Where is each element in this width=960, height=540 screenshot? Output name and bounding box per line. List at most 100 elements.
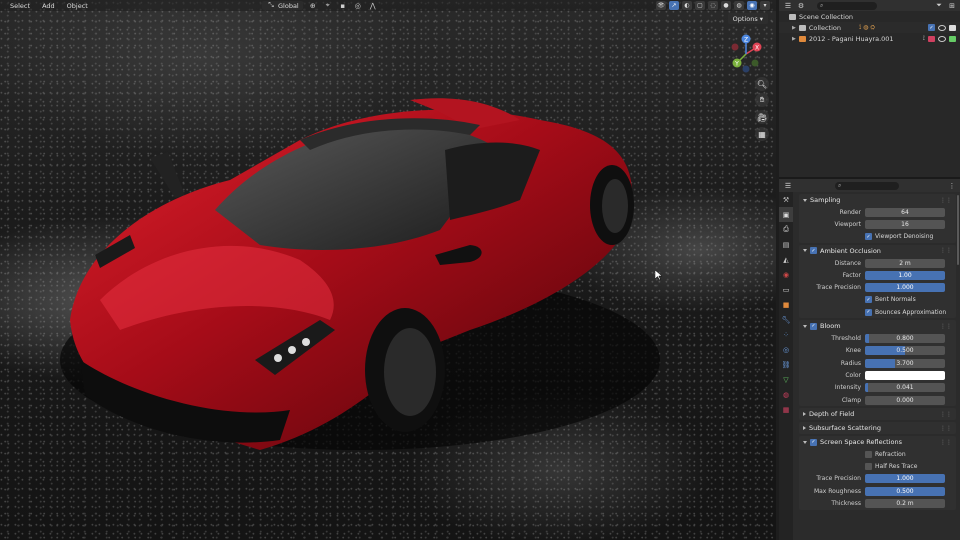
camera-icon[interactable] (949, 35, 956, 42)
camera-icon[interactable] (949, 24, 956, 31)
snap-icon[interactable]: ⌖ (323, 1, 333, 10)
half-res-trace-checkbox[interactable] (865, 463, 872, 471)
eye-icon[interactable] (938, 35, 946, 42)
outliner-search-input[interactable]: ⌕ (817, 1, 877, 10)
pan-hand-icon[interactable]: ✋︎ (755, 93, 769, 107)
grid-ortho-icon[interactable]: ▦ (755, 127, 769, 141)
falloff-icon[interactable]: ⋀ (368, 1, 378, 10)
object-icon (798, 35, 806, 42)
tab-particles[interactable]: ⁘ (779, 327, 793, 342)
pivot-icon[interactable]: ⊕ (308, 1, 318, 10)
tab-render[interactable]: ▣ (779, 207, 793, 222)
drag-handle-icon[interactable]: ⋮⋮ (940, 425, 952, 432)
bloom-radius-slider[interactable]: 3.700 (865, 358, 945, 368)
tab-physics[interactable]: ◎ (779, 342, 793, 357)
shading-material-icon[interactable]: ◍ (734, 1, 744, 10)
bent-normals-checkbox[interactable]: ✓ (865, 296, 872, 304)
pin-icon[interactable]: ⋮ (947, 181, 957, 190)
properties-scrollbar[interactable] (957, 195, 959, 265)
outliner-row-object[interactable]: ▶ 2012 - Pagani Huayra.001 ⟟ (779, 33, 960, 44)
tab-texture[interactable]: ▦ (779, 402, 793, 417)
navigation-gizmo[interactable]: X Y Z (725, 33, 767, 75)
expand-arrow-icon[interactable]: ▶ (792, 36, 796, 42)
xray-icon[interactable]: ▢ (695, 1, 705, 10)
panel-header-bloom[interactable]: ✓ Bloom ⋮⋮ (799, 320, 956, 332)
bloom-knee-slider[interactable]: 0.500 (865, 346, 945, 356)
tab-material[interactable]: ◍ (779, 387, 793, 402)
thickness-field[interactable]: 0.2 m (865, 498, 945, 508)
tab-constraints[interactable]: ⛓︎ (779, 357, 793, 372)
bloom-intensity-slider[interactable]: 0.041 (865, 383, 945, 393)
zoom-icon[interactable]: 🔍︎ (755, 77, 769, 91)
tab-output[interactable]: ⎙ (779, 222, 793, 237)
drag-handle-icon[interactable]: ⋮⋮ (940, 323, 952, 330)
filter-icon[interactable]: ⏷ (934, 1, 944, 10)
tab-scene[interactable]: ◭ (779, 252, 793, 267)
properties-tabs: ⚒ ▣ ⎙ ▤ ◭ ◉ ▭ ■ 🔧︎ ⁘ ◎ ⛓︎ ▽ ◍ ▦ (779, 192, 793, 540)
ambient-occlusion-checkbox[interactable]: ✓ (810, 247, 817, 255)
snap-target-icon[interactable]: ▪ (338, 1, 348, 10)
render-samples-field[interactable]: 64 (865, 207, 945, 217)
gizmo-toggle-icon[interactable]: ↗ (669, 1, 679, 10)
proportional-edit-icon[interactable]: ◎ (353, 1, 363, 10)
overlay-icon[interactable]: ◐ (682, 1, 692, 10)
constraints-icon: ⛓︎ (781, 360, 791, 369)
drag-handle-icon[interactable]: ⋮⋮ (940, 197, 952, 204)
drag-handle-icon[interactable]: ⋮⋮ (940, 411, 952, 418)
bloom-clamp-field[interactable]: 0.000 (865, 395, 945, 405)
bounces-approximation-checkbox[interactable]: ✓ (865, 308, 872, 316)
bloom-threshold-slider[interactable]: 0.800 (865, 334, 945, 344)
shading-dropdown-icon[interactable]: ▾ (760, 1, 770, 10)
bloom-color-swatch[interactable] (865, 370, 945, 380)
panel-header-depth-of-field[interactable]: Depth of Field ⋮⋮ (799, 408, 956, 420)
row-bent-normals: ✓ Bent Normals (799, 294, 956, 306)
refraction-checkbox[interactable] (865, 450, 872, 458)
orientation-dropdown[interactable]: ⤡ Global (262, 1, 303, 10)
viewport-denoising-checkbox[interactable]: ✓ (865, 233, 872, 241)
ao-factor-slider[interactable]: 1.00 (865, 270, 945, 280)
options-dropdown[interactable]: Options ▾ (727, 13, 768, 24)
tab-modifiers[interactable]: 🔧︎ (779, 312, 793, 327)
expand-arrow-icon[interactable]: ▶ (792, 25, 796, 31)
shading-wire-icon[interactable]: ◌ (708, 1, 718, 10)
camera-view-icon[interactable]: 🎥︎ (755, 110, 769, 124)
visibility-icon[interactable]: 👁 (656, 1, 666, 10)
exclude-checkbox[interactable]: ✓ (928, 24, 935, 31)
tab-tool[interactable]: ⚒ (779, 192, 793, 207)
menu-select[interactable]: Select (4, 2, 36, 10)
row-viewport-denoising: ✓ Viewport Denoising (799, 231, 956, 243)
editor-type-icon[interactable]: ☰ (783, 1, 793, 10)
drag-handle-icon[interactable]: ⋮⋮ (940, 247, 952, 254)
panel-header-screen-space-reflections[interactable]: ✓ Screen Space Reflections ⋮⋮ (799, 436, 956, 448)
menu-object[interactable]: Object (61, 2, 94, 10)
properties-search-input[interactable]: ⌕ (835, 181, 899, 190)
row-bloom-knee: Knee 0.500 (799, 345, 956, 357)
menu-add[interactable]: Add (36, 2, 61, 10)
drag-handle-icon[interactable]: ⋮⋮ (940, 439, 952, 446)
panel-header-subsurface-scattering[interactable]: Subsurface Scattering ⋮⋮ (799, 422, 956, 434)
ssr-trace-precision-slider[interactable]: 1.000 (865, 474, 945, 484)
tab-view-layer[interactable]: ▤ (779, 237, 793, 252)
shading-solid-icon[interactable]: ● (721, 1, 731, 10)
eye-icon[interactable] (938, 24, 946, 31)
editor-type-icon[interactable]: ☰ (783, 181, 793, 190)
viewport-samples-field[interactable]: 16 (865, 219, 945, 229)
3d-viewport[interactable]: Select Add Object ⤡ Global ⊕ ⌖ ▪ ◎ ⋀ 👁 ↗… (0, 0, 776, 540)
display-mode-icon[interactable]: ⚙︎ (796, 1, 806, 10)
tab-collection[interactable]: ▭ (779, 282, 793, 297)
shading-rendered-icon[interactable]: ◉ (747, 1, 757, 10)
object-icon: ■ (782, 300, 790, 309)
panel-header-ambient-occlusion[interactable]: ✓ Ambient Occlusion ⋮⋮ (799, 245, 956, 257)
outliner-row-collection[interactable]: ▶ Collection ⟟ ◍ ⛭ ✓ (779, 22, 960, 33)
tab-world[interactable]: ◉ (779, 267, 793, 282)
outliner-row-scene-collection[interactable]: Scene Collection (779, 11, 960, 22)
tab-data[interactable]: ▽ (779, 372, 793, 387)
ssr-checkbox[interactable]: ✓ (810, 438, 817, 446)
ao-trace-precision-slider[interactable]: 1.000 (865, 283, 945, 293)
ao-distance-field[interactable]: 2 m (865, 258, 945, 268)
tab-object[interactable]: ■ (779, 297, 793, 312)
panel-header-sampling[interactable]: Sampling ⋮⋮ (799, 194, 956, 206)
max-roughness-slider[interactable]: 0.500 (865, 486, 945, 496)
bloom-checkbox[interactable]: ✓ (810, 322, 817, 330)
new-collection-icon[interactable]: ⊞ (947, 1, 957, 10)
